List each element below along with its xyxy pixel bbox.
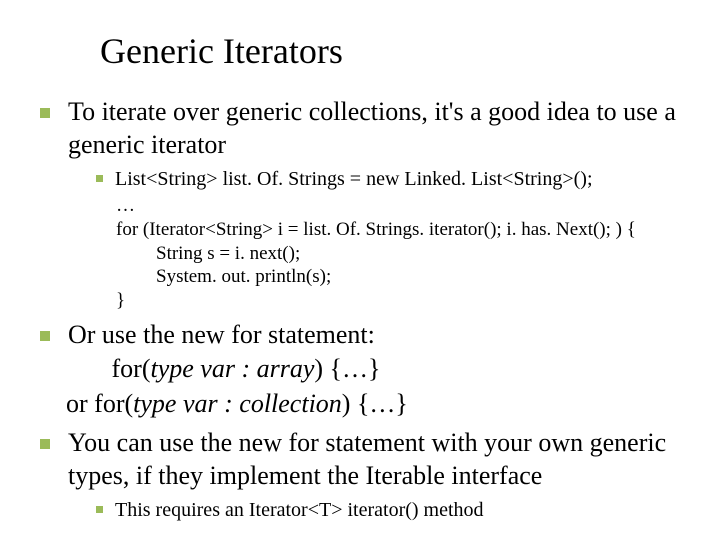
slide-title: Generic Iterators [100, 30, 690, 72]
code-line-4: String s = i. next(); [116, 242, 690, 266]
bullet-3-sub-text: This requires an Iterator<T> iterator() … [115, 498, 484, 523]
for-sig-collection: type var : collection [133, 389, 342, 418]
code-line-1: List<String> list. Of. Strings = new Lin… [115, 167, 593, 192]
for-keyword: for( [112, 354, 151, 383]
or-label: or [66, 389, 94, 418]
for-keyword: for [289, 428, 319, 457]
for-keyword: for( [94, 389, 133, 418]
bullet-icon [96, 175, 103, 182]
bullet-3-text: You can use the new for statement with y… [68, 427, 690, 492]
bullet-3-sub: This requires an Iterator<T> iterator() … [96, 498, 690, 523]
for-keyword: for [231, 320, 261, 349]
bullet-2-lead: Or use the new [68, 320, 231, 349]
sub3-p2: method [419, 499, 484, 521]
bullet-3-p3: interface [445, 461, 542, 490]
code-block: … for (Iterator<String> i = list. Of. St… [116, 194, 690, 313]
for-tail: ) {…} [314, 354, 380, 383]
bullet-3-p1: You can use the new [68, 428, 289, 457]
bullet-icon [40, 108, 50, 118]
iterator-method: Iterator<T> iterator() [249, 499, 419, 521]
code-line-5: System. out. println(s); [116, 265, 690, 289]
bullet-2-after: statement: [262, 320, 375, 349]
code-line-2: … [116, 194, 690, 218]
for-tail: ) {…} [342, 389, 408, 418]
bullet-icon [40, 331, 50, 341]
iterable-keyword: Iterable [366, 461, 445, 490]
bullet-icon [40, 439, 50, 449]
code-line-6: } [116, 289, 690, 313]
bullet-2: Or use the new for statement: for(type v… [40, 319, 690, 422]
bullet-icon [96, 506, 103, 513]
bullet-3: You can use the new for statement with y… [40, 427, 690, 492]
bullet-2-text: Or use the new for statement: for(type v… [68, 319, 408, 422]
for-sig-array: type var : array [150, 354, 314, 383]
bullet-1-text: To iterate over generic collections, it'… [68, 96, 690, 161]
bullet-1-code: List<String> list. Of. Strings = new Lin… [96, 167, 690, 192]
sub3-p1: This requires an [115, 499, 249, 521]
bullet-1: To iterate over generic collections, it'… [40, 96, 690, 161]
code-line-3: for (Iterator<String> i = list. Of. Stri… [116, 218, 690, 242]
